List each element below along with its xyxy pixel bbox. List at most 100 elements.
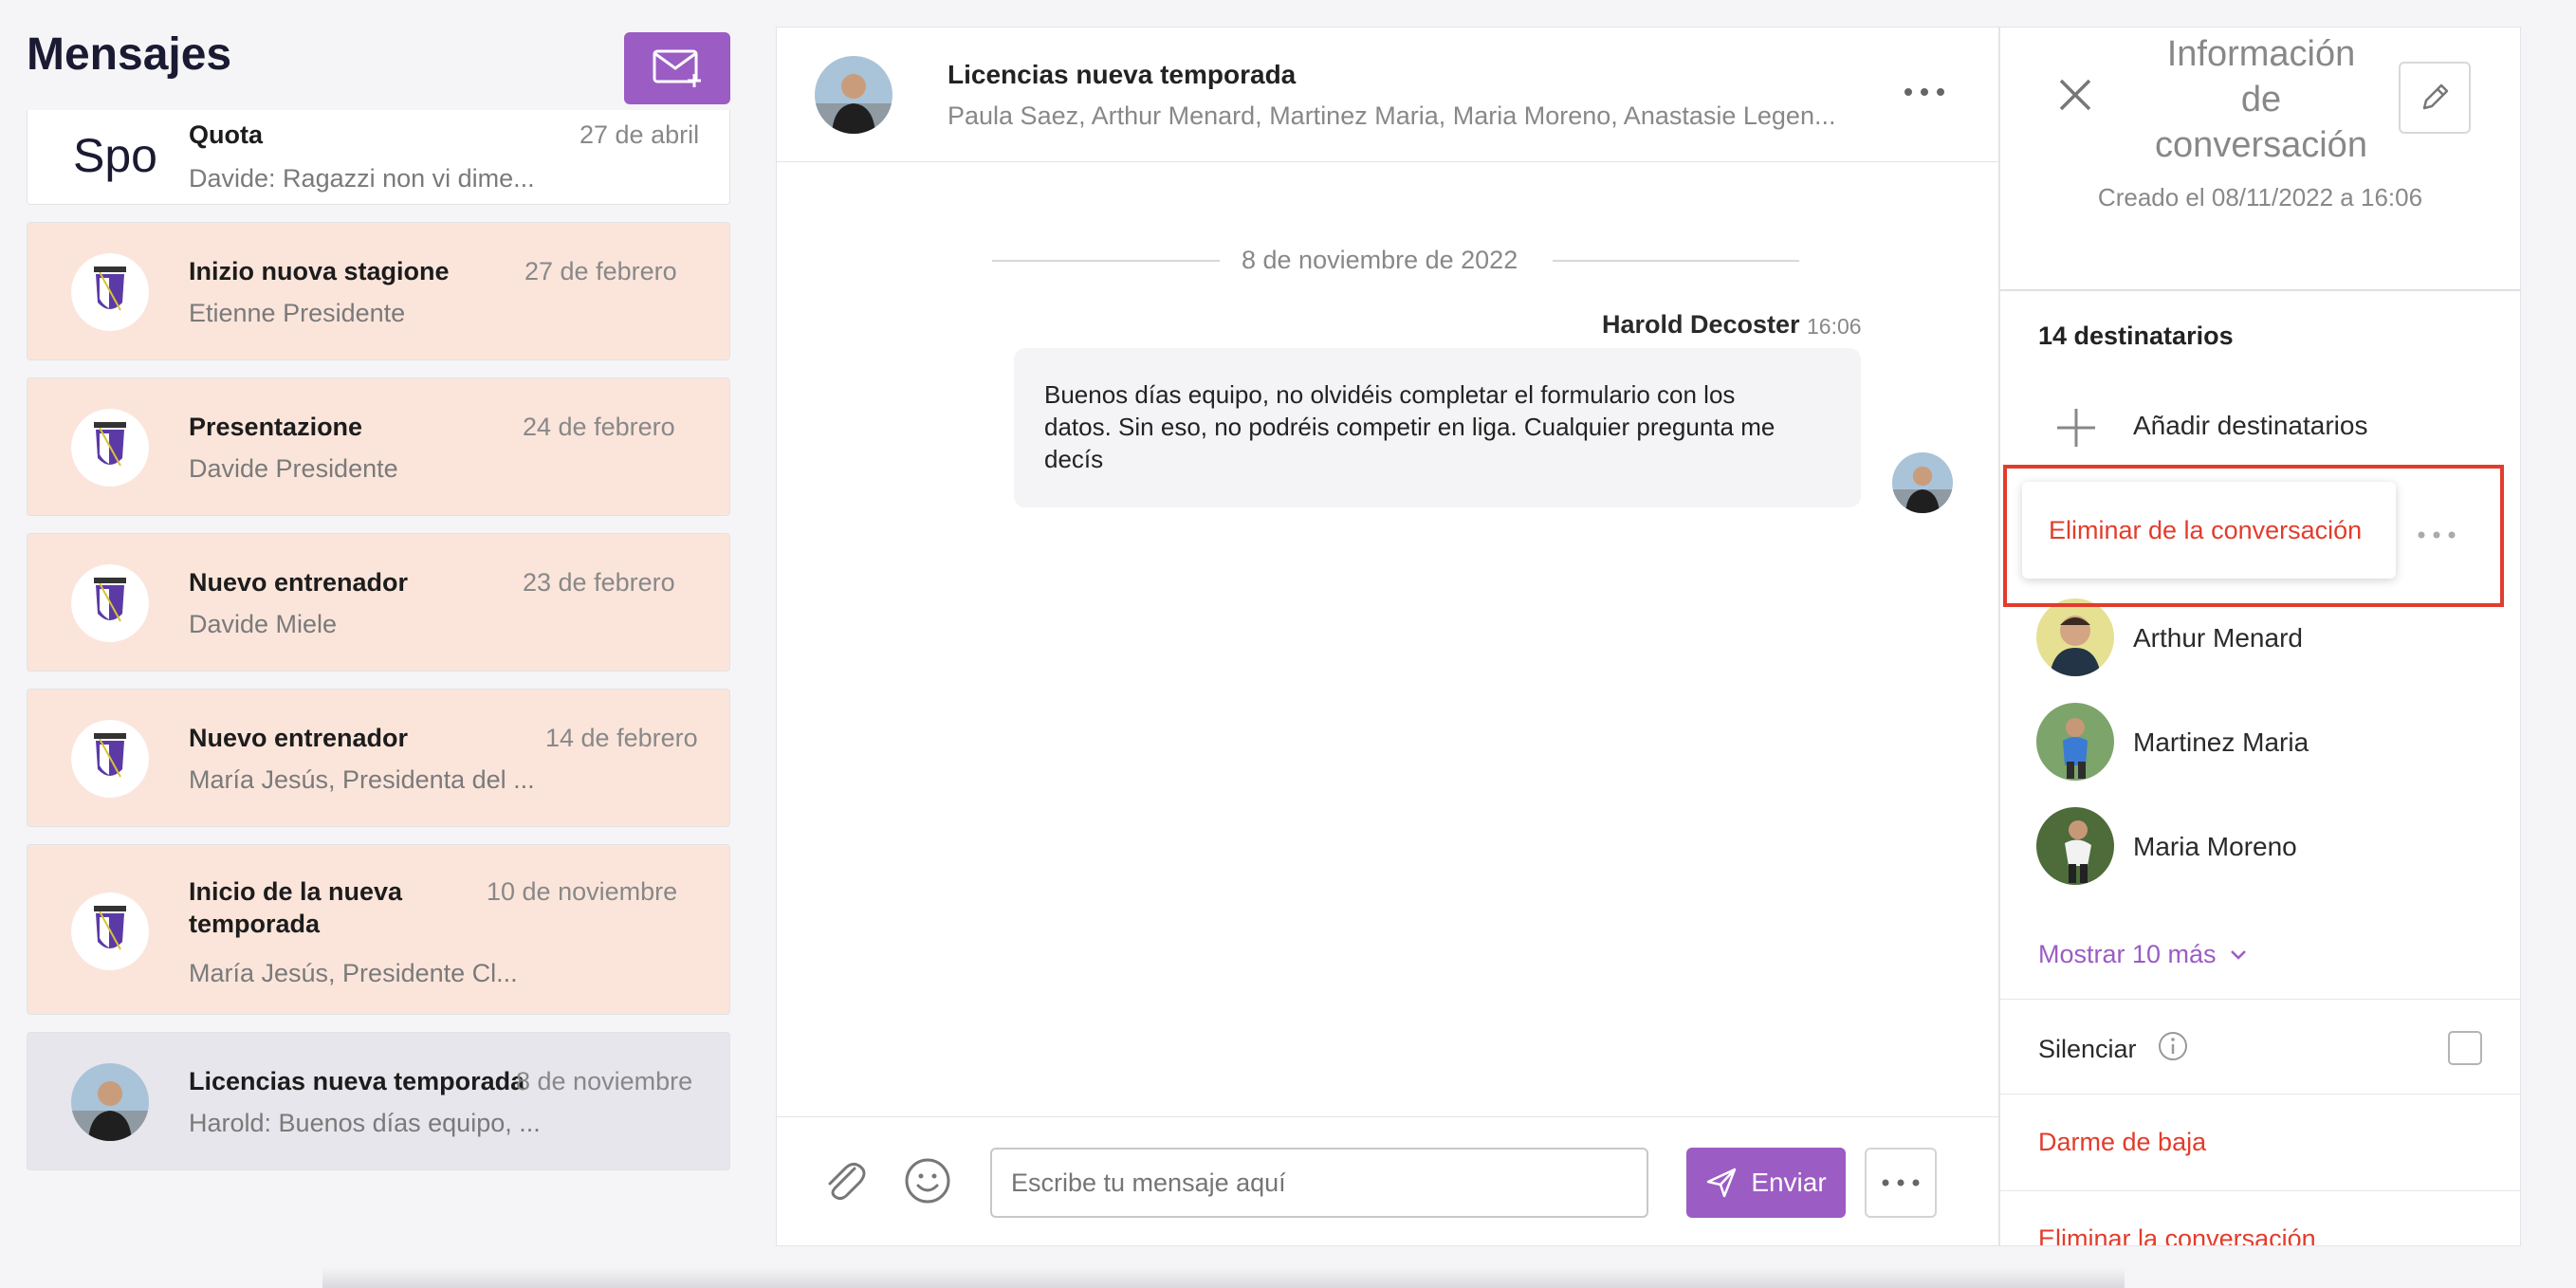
conversation-date: 23 de febrero <box>523 568 675 597</box>
conversation-preview: Davide: Ragazzi non vi dime... <box>189 164 535 193</box>
more-options-button[interactable] <box>1898 73 1951 111</box>
conversation-title: Licencias nueva temporada <box>189 1067 525 1095</box>
show-more-button[interactable]: Mostrar 10 más <box>2038 940 2247 969</box>
divider <box>2000 289 2520 291</box>
recipient-name: Maria Moreno <box>2133 832 2297 861</box>
conversation-title: Nuevo entrenador <box>189 568 409 597</box>
panel-title-line: conversación <box>2155 125 2367 165</box>
message-avatar <box>1892 452 1953 513</box>
club-logo-avatar <box>71 892 149 970</box>
conversation-date: 24 de febrero <box>523 413 675 441</box>
conversation-title-line2: temporada <box>189 910 321 938</box>
club-logo-avatar <box>71 253 149 331</box>
add-recipients-button[interactable]: Añadir destinatarios <box>2036 396 2454 452</box>
conversation-title: Nuevo entrenador <box>189 724 409 752</box>
conversation-panel: Licencias nueva temporada Paula Saez, Ar… <box>776 27 1999 1246</box>
divider <box>2000 999 2520 1000</box>
recipient-name: Martinez Maria <box>2133 727 2309 757</box>
page-title: Mensajes <box>27 29 232 80</box>
conversation-title: Inicio de la nueva <box>189 877 403 906</box>
mute-checkbox[interactable] <box>2448 1031 2482 1065</box>
panel-title-line: de <box>2240 80 2282 120</box>
conversation-preview: María Jesús, Presidente Cl... <box>189 959 518 987</box>
paperclip-icon <box>828 1162 866 1201</box>
remove-from-conversation-option[interactable]: Eliminar de la conversación <box>2049 516 2362 545</box>
conversation-avatar <box>815 56 892 134</box>
chevron-down-icon <box>2230 949 2246 960</box>
pencil-icon <box>2422 83 2449 110</box>
message-input[interactable] <box>990 1148 1648 1218</box>
bottom-shadow <box>322 1267 2125 1288</box>
new-message-button[interactable] <box>624 32 730 104</box>
conversation-list: Spo Quota 27 de abril Davide: Ragazzi no… <box>27 110 730 1172</box>
conversation-title: Licencias nueva temporada <box>948 60 1297 89</box>
conversation-preview: María Jesús, Presidenta del ... <box>189 765 535 794</box>
more-horizontal-icon <box>1882 1179 1920 1187</box>
mute-label: Silenciar <box>2038 1035 2137 1063</box>
club-logo-avatar <box>71 720 149 798</box>
conversation-item[interactable]: Inicio de la nueva temporada 10 de novie… <box>27 844 730 1015</box>
composer: Enviar <box>777 1116 1998 1245</box>
conversation-item[interactable]: Spo Quota 27 de abril Davide: Ragazzi no… <box>27 110 730 205</box>
conversation-item[interactable]: Presentazione 24 de febrero Davide Presi… <box>27 377 730 516</box>
conversation-date: 8 de noviembre <box>516 1067 693 1095</box>
add-recipients-label: Añadir destinatarios <box>2133 411 2368 440</box>
avatar <box>71 1063 149 1141</box>
conversation-preview: Etienne Presidente <box>189 299 406 327</box>
club-logo-avatar <box>71 409 149 487</box>
message-text-line: decís <box>1044 445 1104 473</box>
unsubscribe-link[interactable]: Darme de baja <box>2038 1128 2206 1157</box>
panel-title-line: Información <box>2166 34 2356 74</box>
avatar <box>2036 807 2114 885</box>
close-icon <box>2059 79 2091 111</box>
emoji-button[interactable] <box>904 1157 951 1205</box>
delete-conversation-link[interactable]: Eliminar la conversación <box>2038 1224 2316 1245</box>
conversation-preview: Harold: Buenos días equipo, ... <box>189 1109 541 1137</box>
conversation-date: 27 de abril <box>580 120 700 149</box>
conversation-date: 27 de febrero <box>524 257 677 285</box>
divider-line <box>992 260 1220 262</box>
club-logo-avatar <box>71 564 149 642</box>
composer-more-button[interactable] <box>1865 1148 1937 1218</box>
created-date: Creado el 08/11/2022 a 16:06 <box>2097 183 2423 212</box>
send-button[interactable]: Enviar <box>1686 1148 1846 1218</box>
message-time: 16:06 <box>1807 314 1862 339</box>
show-more-label: Mostrar 10 más <box>2038 940 2217 968</box>
divider-line <box>1553 260 1799 262</box>
message-bubble: Buenos días equipo, no olvidéis completa… <box>1014 348 1861 507</box>
avatar <box>2036 703 2114 781</box>
envelope-plus-icon <box>653 49 701 87</box>
conversation-date: 14 de febrero <box>545 724 698 752</box>
participants-list: Paula Saez, Arthur Menard, Martinez Mari… <box>948 101 1836 130</box>
conversation-title: Presentazione <box>189 413 363 441</box>
panel-title: Información de conversación <box>2143 31 2380 168</box>
message-text-line: datos. Sin eso, no podréis competir en l… <box>1044 413 1776 441</box>
conversation-item[interactable]: Nuevo entrenador 14 de febrero María Jes… <box>27 689 730 827</box>
avatar: Spo <box>73 129 157 182</box>
recipient-name: Arthur Menard <box>2133 623 2303 653</box>
message-author: Harold Decoster <box>1602 310 1800 339</box>
date-divider: 8 de noviembre de 2022 <box>1242 246 1518 274</box>
conversation-preview: Davide Presidente <box>189 454 398 483</box>
info-icon[interactable] <box>2158 1031 2188 1061</box>
recipients-count: 14 destinatarios <box>2038 322 2234 350</box>
avatar <box>2036 598 2114 676</box>
close-button[interactable] <box>2053 73 2097 117</box>
conversation-item[interactable]: Nuevo entrenador 23 de febrero Davide Mi… <box>27 533 730 672</box>
smiley-icon <box>905 1158 950 1204</box>
conversation-item-selected[interactable]: Licencias nueva temporada 8 de noviembre… <box>27 1032 730 1170</box>
conversation-preview: Davide Miele <box>189 610 338 638</box>
attach-button[interactable] <box>819 1155 870 1206</box>
send-icon <box>1707 1168 1737 1198</box>
conversation-header: Licencias nueva temporada Paula Saez, Ar… <box>777 28 1998 162</box>
divider <box>2000 1190 2520 1191</box>
conversation-info-panel: Información de conversación Creado el 08… <box>1999 27 2521 1246</box>
edit-button[interactable] <box>2399 62 2471 134</box>
conversation-title: Quota <box>189 120 263 149</box>
recipient-action-popup: Eliminar de la conversación <box>2022 482 2396 579</box>
more-horizontal-icon <box>1904 88 1944 96</box>
conversation-item[interactable]: Inizio nuova stagione 27 de febrero Etie… <box>27 222 730 360</box>
conversation-title: Inizio nuova stagione <box>189 257 450 285</box>
plus-icon <box>2057 409 2095 447</box>
divider <box>2000 1094 2520 1095</box>
